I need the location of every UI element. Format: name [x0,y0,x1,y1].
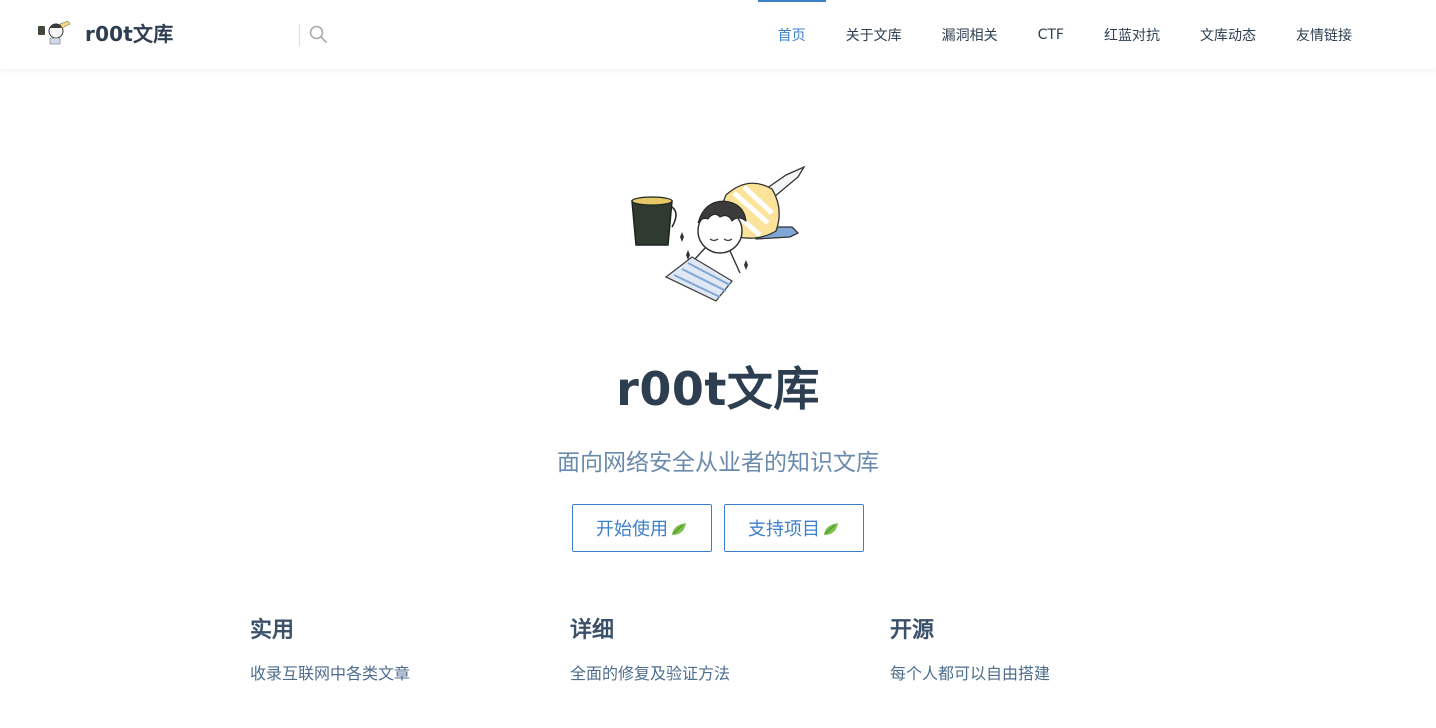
site-logo-icon [38,20,71,45]
hero-title: r00t文库 [616,362,820,416]
feature-title: 开源 [890,618,935,643]
hero-actions: 开始使用 支持项目 [572,504,876,552]
feature-title: 详细 [570,618,615,643]
features: 实用 收录互联网中各类文章 详细 全面的修复及验证方法 开源 每个人都可以自由搭… [250,612,1210,684]
feature-item: 实用 收录互联网中各类文章 [250,612,570,684]
search-divider [299,24,300,46]
get-started-button[interactable]: 开始使用 [572,504,712,552]
hero-illustration [631,165,806,302]
nav-item-about[interactable]: 关于文库 [826,0,922,69]
nav-item-ctf[interactable]: CTF [1018,0,1084,69]
feature-item: 开源 每个人都可以自由搭建 [890,612,1210,684]
leaf-icon [672,523,686,535]
search-input[interactable] [332,20,482,48]
navbar: r00t文库 首页 关于文库 漏洞相关 CTF 红蓝对抗 文库动态 友情链接 [0,0,1436,69]
search-icon[interactable] [308,24,328,44]
get-started-label: 开始使用 [596,519,668,540]
feature-description: 收录互联网中各类文章 [250,664,411,683]
nav-links: 首页 关于文库 漏洞相关 CTF 红蓝对抗 文库动态 友情链接 [757,0,1372,69]
site-name: r00t文库 [85,21,174,46]
feature-item: 详细 全面的修复及验证方法 [570,612,890,684]
nav-item-red-blue[interactable]: 红蓝对抗 [1084,0,1180,69]
feature-description: 每个人都可以自由搭建 [890,664,1051,683]
nav-item-vulnerabilities[interactable]: 漏洞相关 [922,0,1018,69]
nav-item-home[interactable]: 首页 [757,0,826,69]
home-link[interactable]: r00t文库 [36,16,173,48]
hero-description: 面向网络安全从业者的知识文库 [557,450,879,476]
feature-description: 全面的修复及验证方法 [570,664,731,683]
support-project-button[interactable]: 支持项目 [724,504,864,552]
nav-item-friend-links[interactable]: 友情链接 [1276,0,1372,69]
support-project-label: 支持项目 [748,519,820,540]
leaf-icon [824,523,838,535]
nav-item-news[interactable]: 文库动态 [1180,0,1276,69]
feature-title: 实用 [250,618,295,643]
